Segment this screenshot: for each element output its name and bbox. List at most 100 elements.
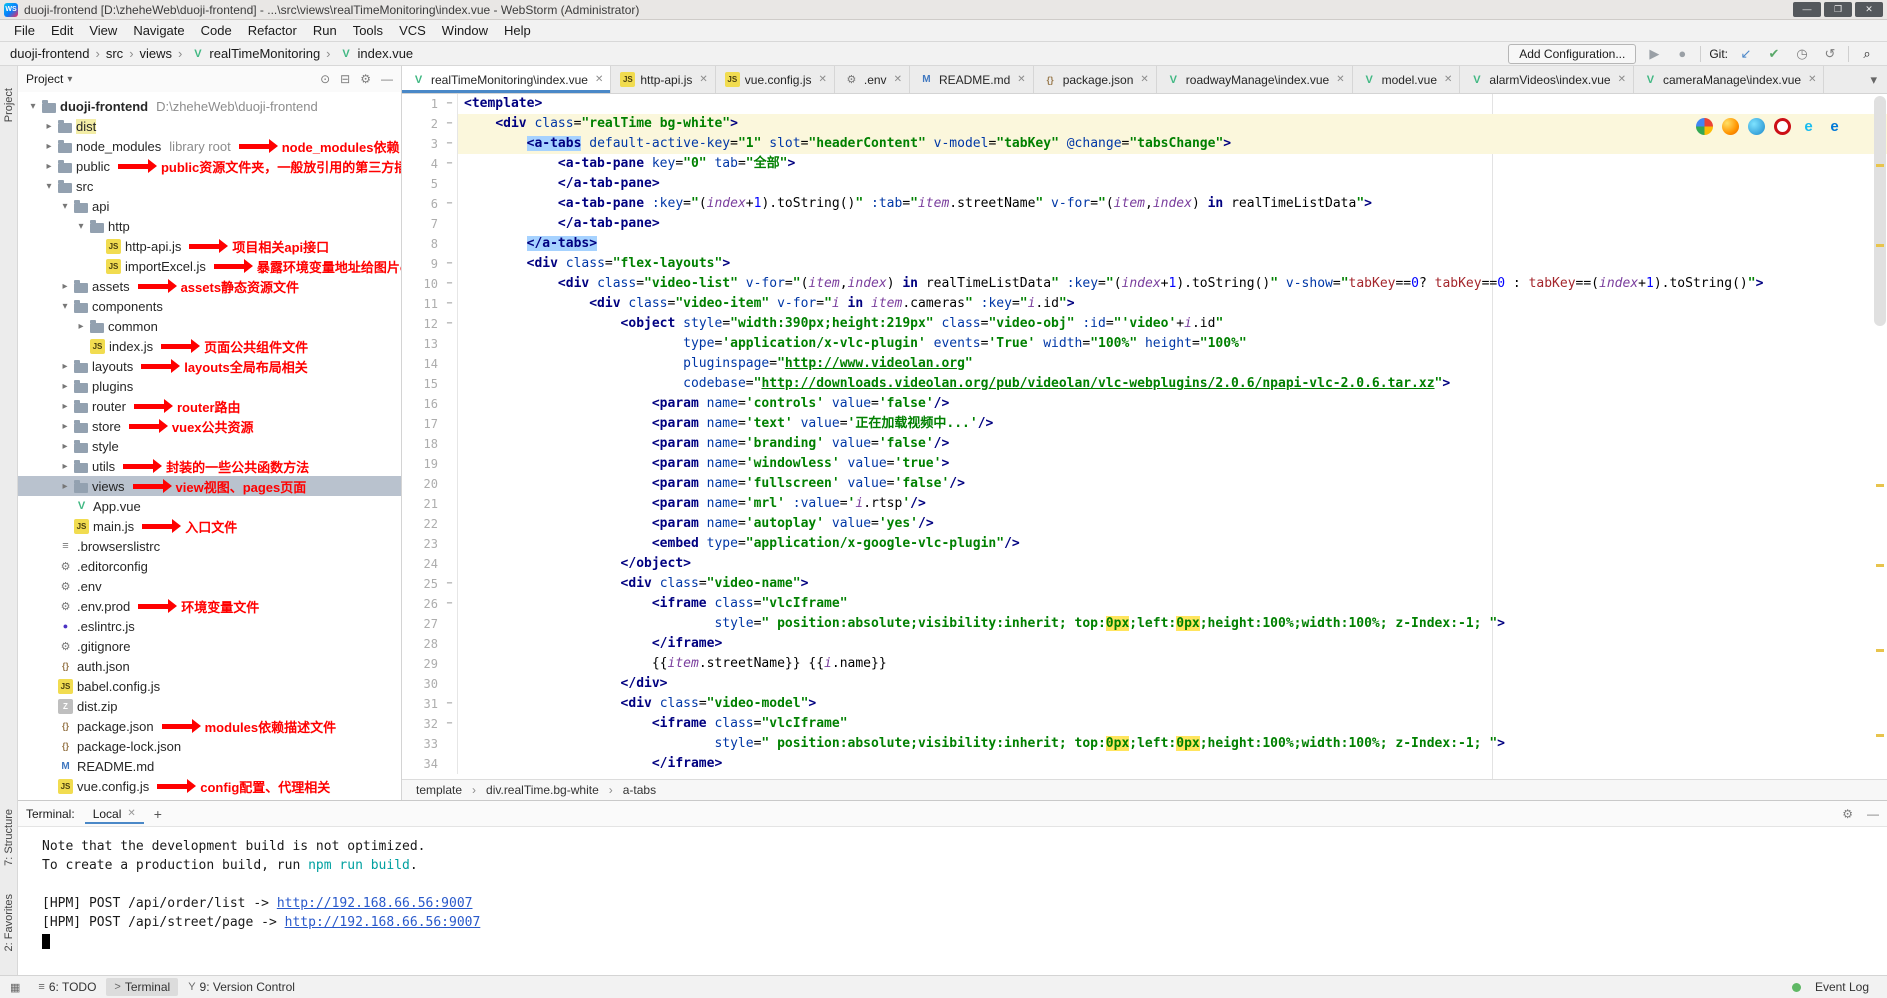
ie-icon[interactable]: e: [1800, 118, 1817, 135]
code-line[interactable]: 16 <param name='controls' value='false'/…: [402, 394, 1887, 414]
tree-item-http[interactable]: ▾http: [18, 216, 401, 236]
error-stripe-mark[interactable]: [1876, 734, 1884, 737]
code-line[interactable]: 22 <param name='autoplay' value='yes'/>: [402, 514, 1887, 534]
menu-item-tools[interactable]: Tools: [345, 21, 391, 40]
code-line[interactable]: 33 style=" position:absolute;visibility:…: [402, 734, 1887, 754]
tree-item-vue-config-js[interactable]: JSvue.config.jsconfig配置、代理相关: [18, 776, 401, 796]
tree-item-package-lock-json[interactable]: {}package-lock.json: [18, 736, 401, 756]
tree-item-router[interactable]: ▸routerrouter路由: [18, 396, 401, 416]
error-stripe-mark[interactable]: [1876, 244, 1884, 247]
code-line[interactable]: 27 style=" position:absolute;visibility:…: [402, 614, 1887, 634]
tree-item-package-json[interactable]: {}package.jsonmodules依赖描述文件: [18, 716, 401, 736]
code-line[interactable]: 31− <div class="video-model">: [402, 694, 1887, 714]
terminal-tab-local[interactable]: Local ✕: [85, 804, 144, 824]
code-line[interactable]: 28 </iframe>: [402, 634, 1887, 654]
tab-list-icon[interactable]: ▾: [1860, 66, 1887, 93]
breadcrumb-item-realtimemonitoring[interactable]: realTimeMonitoring: [209, 46, 320, 61]
history-icon[interactable]: ◷: [1792, 46, 1812, 62]
breadcrumb-item[interactable]: template: [414, 783, 464, 797]
settings-icon[interactable]: ⚙: [360, 72, 371, 86]
close-icon[interactable]: ✕: [1336, 74, 1344, 85]
tree-item-components[interactable]: ▾components: [18, 296, 401, 316]
code-line[interactable]: 21 <param name='mrl' :value='i.rtsp'/>: [402, 494, 1887, 514]
tree-item-public[interactable]: ▸publicpublic资源文件夹，一般放引用的第三方插件: [18, 156, 401, 176]
terminal-toolwindow-button[interactable]: >Terminal: [106, 978, 178, 996]
chevron-expanded-icon[interactable]: ▾: [26, 101, 40, 112]
breadcrumb-item[interactable]: a-tabs: [621, 783, 658, 797]
fold-icon[interactable]: −: [442, 574, 458, 594]
tree-item-layouts[interactable]: ▸layoutslayouts全局布局相关: [18, 356, 401, 376]
tree-item--env-prod[interactable]: ⚙.env.prod环境变量文件: [18, 596, 401, 616]
code-line[interactable]: 12− <object style="width:390px;height:21…: [402, 314, 1887, 334]
maximize-button[interactable]: ❐: [1824, 2, 1852, 17]
version-control-toolwindow-button[interactable]: Y9: Version Control: [180, 978, 303, 996]
run-icon[interactable]: ▶: [1644, 46, 1664, 62]
fold-icon[interactable]: −: [442, 294, 458, 314]
chevron-collapsed-icon[interactable]: ▸: [42, 121, 56, 132]
settings-icon[interactable]: ⚙: [1842, 807, 1853, 821]
tree-item-app-vue[interactable]: VApp.vue: [18, 496, 401, 516]
code-line[interactable]: 10− <div class="video-list" v-for="(item…: [402, 274, 1887, 294]
close-icon[interactable]: ✕: [1618, 74, 1626, 85]
tool-stripe-project[interactable]: Project: [3, 88, 15, 122]
code-line[interactable]: 23 <embed type="application/x-google-vlc…: [402, 534, 1887, 554]
chevron-collapsed-icon[interactable]: ▸: [58, 481, 72, 492]
code-line[interactable]: 20 <param name='fullscreen' value='false…: [402, 474, 1887, 494]
search-everywhere-icon[interactable]: ⌕: [1857, 46, 1877, 62]
error-stripe-mark[interactable]: [1876, 164, 1884, 167]
code-line[interactable]: 6− <a-tab-pane :key="(index+1).toString(…: [402, 194, 1887, 214]
collapse-all-icon[interactable]: ⊟: [340, 72, 350, 86]
tree-item--editorconfig[interactable]: ⚙.editorconfig: [18, 556, 401, 576]
fold-icon[interactable]: −: [442, 114, 458, 134]
tree-item-importexcel-js[interactable]: JSimportExcel.js暴露环境变量地址给图片or视频资源路径变量相关: [18, 256, 401, 276]
code-line[interactable]: 25− <div class="video-name">: [402, 574, 1887, 594]
hide-panel-icon[interactable]: —: [381, 72, 393, 86]
fold-icon[interactable]: −: [442, 594, 458, 614]
tree-item-duoji-frontend[interactable]: ▾duoji-frontendD:\zheheWeb\duoji-fronten…: [18, 96, 401, 116]
minimize-button[interactable]: —: [1793, 2, 1821, 17]
hide-icon[interactable]: —: [1867, 807, 1879, 821]
code-line[interactable]: 29 {{item.streetName}} {{i.name}}: [402, 654, 1887, 674]
tree-item-common[interactable]: ▸common: [18, 316, 401, 336]
tree-item-readme-md[interactable]: MREADME.md: [18, 756, 401, 776]
tree-item-views[interactable]: ▸viewsview视图、pages页面: [18, 476, 401, 496]
code-line[interactable]: 13 type='application/x-vlc-plugin' event…: [402, 334, 1887, 354]
menu-item-file[interactable]: File: [6, 21, 43, 40]
chevron-expanded-icon[interactable]: ▾: [58, 301, 72, 312]
menu-item-window[interactable]: Window: [434, 21, 496, 40]
chevron-collapsed-icon[interactable]: ▸: [58, 421, 72, 432]
tree-item-plugins[interactable]: ▸plugins: [18, 376, 401, 396]
chevron-collapsed-icon[interactable]: ▸: [42, 141, 56, 152]
code-line[interactable]: 1−<template>: [402, 94, 1887, 114]
breadcrumb-item-duoji-frontend[interactable]: duoji-frontend: [10, 46, 90, 61]
chevron-collapsed-icon[interactable]: ▸: [42, 161, 56, 172]
commit-icon[interactable]: ✔: [1764, 46, 1784, 62]
terminal-output[interactable]: Note that the development build is not o…: [18, 827, 1887, 951]
code-line[interactable]: 2− <div class="realTime bg-white">: [402, 114, 1887, 134]
code-line[interactable]: 26− <iframe class="vlcIframe": [402, 594, 1887, 614]
chevron-collapsed-icon[interactable]: ▸: [58, 281, 72, 292]
code-line[interactable]: 34 </iframe>: [402, 754, 1887, 774]
fold-icon[interactable]: −: [442, 94, 458, 114]
code-line[interactable]: 3− <a-tabs default-active-key="1" slot="…: [402, 134, 1887, 154]
editor-tab-http-api-js[interactable]: JShttp-api.js✕: [611, 66, 715, 93]
error-stripe-mark[interactable]: [1876, 649, 1884, 652]
edge-icon[interactable]: e: [1826, 118, 1843, 135]
close-icon[interactable]: ✕: [595, 74, 603, 85]
code-line[interactable]: 18 <param name='branding' value='false'/…: [402, 434, 1887, 454]
code-editor[interactable]: 1−<template>2− <div class="realTime bg-w…: [402, 94, 1887, 779]
code-line[interactable]: 15 codebase="http://downloads.videolan.o…: [402, 374, 1887, 394]
code-line[interactable]: 9− <div class="flex-layouts">: [402, 254, 1887, 274]
tree-item-dist-zip[interactable]: Zdist.zip: [18, 696, 401, 716]
editor-tab--env[interactable]: ⚙.env✕: [835, 66, 910, 93]
rollback-icon[interactable]: ↺: [1820, 46, 1840, 62]
chevron-collapsed-icon[interactable]: ▸: [74, 321, 88, 332]
editor-tab-vue-config-js[interactable]: JSvue.config.js✕: [716, 66, 835, 93]
terminal-link[interactable]: http://192.168.66.56:9007: [285, 915, 481, 930]
close-button[interactable]: ✕: [1855, 2, 1883, 17]
tool-stripe-2-favorites[interactable]: 2: Favorites: [3, 894, 15, 951]
add-configuration-button[interactable]: Add Configuration...: [1508, 44, 1636, 64]
event-log-button[interactable]: Event Log: [1807, 978, 1877, 996]
menu-item-run[interactable]: Run: [305, 21, 345, 40]
terminal-link[interactable]: http://192.168.66.56:9007: [277, 896, 473, 911]
